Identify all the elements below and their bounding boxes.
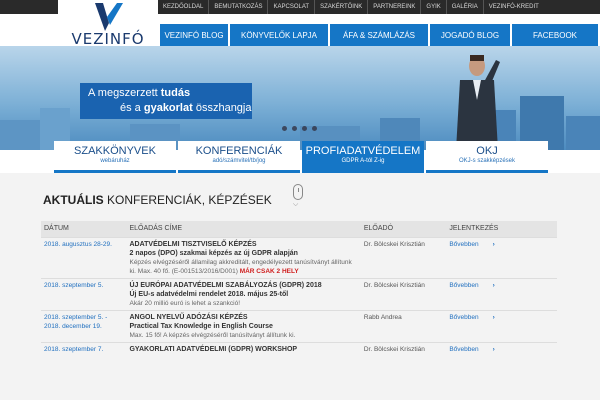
slider-dot[interactable]: [282, 126, 287, 131]
tab-subtitle: adó/számvitel/tb/jog: [212, 158, 266, 164]
event-description: Akár 20 millió euró is lehet a szankció!: [129, 299, 241, 307]
event-title-cell: GYAKORLATI ADATVÉDELMI (GDPR) WORKSHOP: [126, 341, 361, 356]
chevron-right-icon[interactable]: ›: [493, 282, 495, 289]
event-title-cell: ÚJ EURÓPAI ADATVÉDELMI SZABÁLYOZÁS (GDPR…: [126, 277, 361, 310]
tab-title: KONFERENCIÁK: [195, 145, 283, 157]
registration-cell: Bővebben ›: [446, 277, 557, 310]
chevron-right-icon[interactable]: ›: [493, 346, 495, 353]
slider-dots: [282, 126, 317, 131]
slider-dot[interactable]: [312, 126, 317, 131]
tab-4[interactable]: OKJ OKJ-s szakképzések: [426, 141, 548, 173]
event-date: 2018. szeptember 5. - 2018. december 19.: [41, 309, 127, 342]
main-nav-item[interactable]: ÁFA & SZÁMLÁZÁS: [330, 24, 428, 46]
table-row: 2018. szeptember 5. - 2018. december 19.…: [41, 309, 557, 342]
event-presenter: Dr. Bölcskei Krisztián: [360, 236, 447, 278]
event-date: 2018. szeptember 7.: [41, 341, 127, 356]
section-title-rest: KONFERENCIÁK, KÉPZÉSEK: [103, 193, 272, 207]
top-link[interactable]: GALÉRIA: [445, 0, 483, 14]
top-link[interactable]: PARTNEREINK: [367, 0, 420, 14]
top-link[interactable]: KAPCSOLAT: [267, 0, 314, 14]
event-title[interactable]: ANGOL NYELVŰ ADÓZÁSI KÉPZÉS: [129, 313, 357, 322]
slider-dot[interactable]: [292, 126, 297, 131]
main-nav: VEZINFÓ BLOG KÖNYVELŐK LAPJA ÁFA & SZÁMLÁZ…: [158, 24, 600, 46]
table-row: 2018. szeptember 5. ÚJ EURÓPAI ADATVÉDELM…: [41, 277, 557, 310]
more-link[interactable]: Bővebben: [449, 241, 478, 248]
top-link[interactable]: KEZDŐOLDAL: [158, 0, 208, 14]
event-presenter: Dr. Bölcskei Krisztián: [360, 341, 447, 356]
main-nav-item[interactable]: FACEBOOK: [512, 24, 598, 46]
tab-title: PROFIADATVÉDELEM: [305, 145, 421, 157]
top-link[interactable]: BEMUTATKOZÁS: [208, 0, 267, 14]
businessman-image: [456, 55, 500, 150]
registration-cell: Bővebben ›: [446, 236, 557, 278]
event-description: Max. 15 fő! A képzés elvégzéséről tanúsí…: [129, 331, 296, 339]
top-nav: KEZDŐOLDAL BEMUTATKOZÁS KAPCSOLAT SZAKÉRTŐI…: [158, 0, 544, 14]
column-header: DÁTUM: [41, 221, 127, 237]
event-subtitle: Practical Tax Knowledge in English Cours…: [129, 322, 273, 330]
section-title-bold: AKTUÁLIS: [43, 193, 104, 207]
hero-line1-bold: tudás: [160, 87, 191, 99]
event-title-cell: ANGOL NYELVŰ ADÓZÁSI KÉPZÉS Practical Tax…: [126, 309, 361, 342]
scroll-mouse-icon[interactable]: [293, 184, 303, 200]
registration-cell: Bővebben ›: [446, 309, 557, 342]
event-title-cell: ADATVÉDELMI TISZTVISELŐ KÉPZÉS 2 napos (D…: [126, 236, 361, 278]
tab-subtitle: OKJ-s szakképzések: [458, 158, 516, 164]
table-row: 2018. augusztus 28-29. ADATVÉDELMI TISZTV…: [41, 236, 557, 278]
chevron-right-icon[interactable]: ›: [493, 314, 495, 321]
events-table: DÁTUM ELŐADÁS CÍME ELŐADÓ JELENTKEZÉS 2018.…: [41, 221, 557, 356]
top-link[interactable]: VEZINFÓ-KREDIT: [482, 0, 544, 14]
event-title[interactable]: ADATVÉDELMI TISZTVISELŐ KÉPZÉS: [129, 240, 357, 249]
tab-title: SZAKKÖNYVEK: [74, 145, 156, 157]
event-description-block: Képzés elvégzéséről államilag akkreditál…: [129, 258, 357, 276]
tab-2[interactable]: KONFERENCIÁK adó/számvitel/tb/jog: [178, 141, 300, 173]
more-link[interactable]: Bővebben: [449, 346, 478, 353]
event-description-block: Akár 20 millió euró is lehet a szankció!: [129, 299, 357, 308]
events-section: AKTUÁLIS KONFERENCIÁK, KÉPZÉSEK ⌵ DÁTUM E…: [0, 173, 600, 400]
column-header: JELENTKEZÉS: [446, 221, 557, 237]
main-nav-item[interactable]: KÖNYVELŐK LAPJA: [230, 24, 328, 46]
event-presenter: Dr. Bölcskei Krisztián: [360, 277, 447, 310]
event-date: 2018. szeptember 5.: [41, 277, 127, 310]
hero-line2-suffix: összhangja: [192, 102, 252, 114]
event-date: 2018. augusztus 28-29.: [41, 236, 127, 278]
top-link[interactable]: GYIK: [420, 0, 445, 14]
hero-line2-text: és a: [120, 102, 144, 114]
tab-title: OKJ: [476, 145, 498, 157]
main-nav-item[interactable]: JOGADÓ BLOG: [430, 24, 510, 46]
event-subtitle: 2 napos (DPO) szakmai képzés az új GDPR …: [129, 249, 298, 257]
hero-line2-bold: gyakorlat: [143, 102, 193, 114]
more-link[interactable]: Bővebben: [449, 314, 478, 321]
table-header-row: DÁTUM ELŐADÁS CÍME ELŐADÓ JELENTKEZÉS: [41, 221, 557, 237]
page: KEZDŐOLDAL BEMUTATKOZÁS KAPCSOLAT SZAKÉRTŐI…: [0, 0, 600, 400]
main-nav-item[interactable]: VEZINFÓ BLOG: [160, 24, 228, 46]
chevron-down-icon[interactable]: ⌵: [293, 201, 298, 209]
registration-cell: Bővebben ›: [446, 341, 557, 356]
hero-line1-text: A megszerzett: [88, 87, 161, 99]
more-link[interactable]: Bővebben: [449, 282, 478, 289]
event-subtitle: Új EU-s adatvédelmi rendelet 2018. május…: [129, 290, 289, 298]
category-tabs: SZAKKÖNYVEK webáruház KONFERENCIÁK adó/szám…: [54, 141, 548, 173]
logo-v-icon: [95, 3, 123, 31]
column-header: ELŐADÓ: [360, 221, 447, 237]
tab-subtitle: webáruház: [100, 158, 130, 164]
event-warning: MÁR CSAK 2 HELY: [239, 267, 299, 275]
section-title: AKTUÁLIS KONFERENCIÁK, KÉPZÉSEK: [43, 193, 272, 207]
hero-banner: A megszerzett tudás és a gyakorlat összh…: [0, 46, 600, 150]
event-description-block: Max. 15 fő! A képzés elvégzéséről tanúsí…: [129, 331, 357, 340]
tab-subtitle: GDPR A-tól Z-ig: [341, 158, 385, 164]
tab-1[interactable]: SZAKKÖNYVEK webáruház: [54, 141, 176, 173]
chevron-right-icon[interactable]: ›: [493, 241, 495, 248]
event-title[interactable]: ÚJ EURÓPAI ADATVÉDELMI SZABÁLYOZÁS (GDPR…: [129, 281, 357, 290]
slider-dot[interactable]: [302, 126, 307, 131]
hero-slogan: A megszerzett tudás és a gyakorlat összh…: [80, 83, 252, 119]
column-header: ELŐADÁS CÍME: [126, 221, 361, 237]
site-logo[interactable]: VEZINFÓ: [58, 0, 158, 52]
event-title[interactable]: GYAKORLATI ADATVÉDELMI (GDPR) WORKSHOP: [129, 345, 357, 354]
tab-3[interactable]: PROFIADATVÉDELEM GDPR A-tól Z-ig: [302, 141, 424, 173]
event-presenter: Rabb Andrea: [360, 309, 447, 342]
table-row: 2018. szeptember 7. GYAKORLATI ADATVÉDELM…: [41, 341, 557, 356]
table-body: 2018. augusztus 28-29. ADATVÉDELMI TISZTV…: [41, 236, 557, 356]
top-link[interactable]: SZAKÉRTŐINK: [314, 0, 367, 14]
